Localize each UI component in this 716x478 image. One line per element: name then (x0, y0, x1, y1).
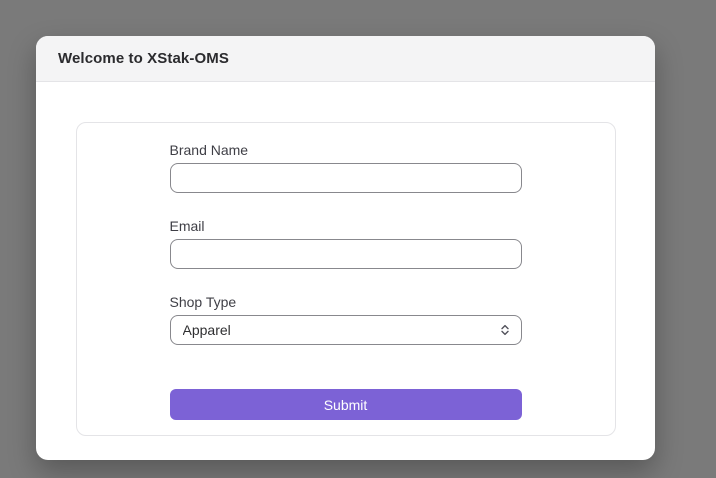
shop-type-label: Shop Type (170, 294, 522, 311)
submit-row: Submit (170, 389, 522, 420)
modal-header: Welcome to XStak-OMS (36, 36, 655, 82)
welcome-modal: Welcome to XStak-OMS Brand Name Email Sh… (36, 36, 655, 460)
modal-body: Brand Name Email Shop Type Apparel (36, 82, 655, 436)
modal-title: Welcome to XStak-OMS (58, 50, 229, 67)
shop-type-select-wrap: Apparel (170, 315, 522, 345)
brand-name-field-group: Brand Name (170, 142, 522, 193)
email-label: Email (170, 218, 522, 235)
onboarding-form-card: Brand Name Email Shop Type Apparel (76, 122, 616, 436)
submit-button[interactable]: Submit (170, 389, 522, 420)
shop-type-select[interactable]: Apparel (170, 315, 522, 345)
brand-name-label: Brand Name (170, 142, 522, 159)
shop-type-field-group: Shop Type Apparel (170, 294, 522, 345)
email-input[interactable] (170, 239, 522, 269)
email-field-group: Email (170, 218, 522, 269)
brand-name-input[interactable] (170, 163, 522, 193)
